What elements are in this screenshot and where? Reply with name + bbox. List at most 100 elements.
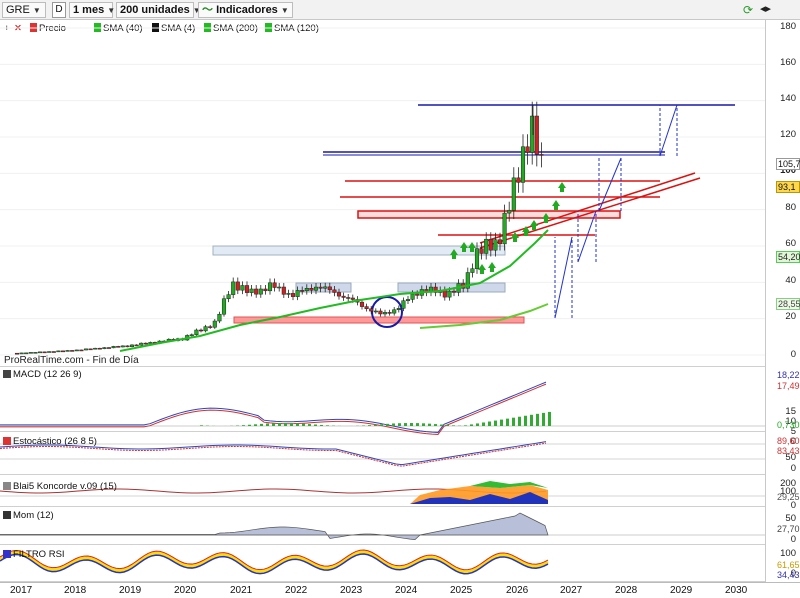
candle	[382, 312, 388, 315]
up-arrow-icon	[530, 220, 538, 230]
macd-histogram-bar	[452, 425, 455, 426]
candle	[217, 313, 222, 322]
axis-tick: 120	[780, 129, 796, 140]
rsi-label: FILTRO RSI	[3, 549, 65, 560]
support-box	[397, 282, 506, 293]
projection-line	[554, 236, 573, 319]
candle	[392, 309, 397, 314]
macd-histogram-bar	[200, 425, 203, 426]
macd-histogram-bar	[404, 423, 407, 426]
candle	[401, 300, 406, 309]
candle	[60, 350, 66, 353]
blai5-tag: 29,25	[777, 492, 800, 502]
macd-histogram-bar	[416, 423, 419, 426]
candle	[231, 281, 236, 295]
stoch-tag: 83,43	[777, 446, 800, 456]
axis-tick: 0	[790, 463, 796, 474]
candle	[516, 177, 521, 183]
candle	[277, 286, 282, 289]
macd-histogram-bar	[524, 415, 527, 426]
blai5-swatch	[3, 482, 11, 490]
projection-line	[598, 157, 622, 212]
candle	[56, 350, 61, 353]
macd-label-text: MACD (12 26 9)	[13, 369, 82, 380]
candle	[309, 288, 314, 291]
candle	[484, 238, 489, 254]
candle	[125, 345, 130, 348]
macd-tag: 18,22	[777, 370, 800, 380]
candle	[93, 347, 98, 350]
macd-histogram-bar	[380, 424, 383, 426]
macd-histogram-bar	[428, 423, 431, 426]
grid	[0, 27, 765, 356]
candle	[327, 286, 332, 291]
axis-tick: 140	[780, 93, 796, 104]
candle	[520, 146, 526, 183]
year-label: 2017	[10, 585, 33, 596]
candle	[244, 285, 250, 293]
candle	[295, 290, 300, 297]
candle	[221, 298, 227, 315]
macd-histogram-bar	[536, 413, 539, 426]
candle	[120, 345, 125, 348]
macd-histogram-bar	[482, 422, 485, 426]
candle	[65, 350, 70, 352]
candle	[139, 342, 144, 346]
candle	[74, 349, 79, 352]
macd-histogram-bar	[242, 425, 245, 426]
candle	[373, 310, 378, 313]
year-label: 2022	[285, 585, 308, 596]
sma120-tag: 28,55	[776, 298, 800, 310]
candle	[447, 290, 452, 298]
candle	[369, 308, 374, 312]
macd-histogram-bar	[542, 412, 545, 426]
macd-histogram-bar	[548, 411, 551, 426]
candle	[396, 308, 401, 311]
candle	[28, 352, 33, 354]
year-label: 2025	[450, 585, 473, 596]
candle	[493, 239, 498, 251]
candle	[134, 344, 139, 347]
macd-histogram-bar	[518, 416, 521, 426]
year-label: 2027	[560, 585, 583, 596]
macd-histogram-bar	[476, 423, 479, 426]
macd-histogram-bar	[464, 425, 467, 426]
candle	[263, 288, 268, 292]
sma120-line	[419, 303, 549, 329]
macd-histogram-bar	[308, 424, 311, 426]
macd-tag: 0,730	[777, 420, 800, 430]
axis-tick: 180	[780, 21, 796, 32]
rsi-swatch	[3, 550, 11, 558]
candle	[502, 212, 507, 245]
candle	[267, 282, 273, 292]
candle	[254, 288, 259, 295]
axis-tick: 40	[785, 275, 796, 286]
candle	[336, 292, 342, 297]
candle	[323, 286, 328, 289]
stoch-swatch	[3, 437, 11, 445]
macd-histogram-bar	[440, 424, 443, 426]
rsi-tag: 34,43	[777, 570, 800, 580]
candle	[203, 326, 208, 332]
candle	[143, 342, 148, 345]
candle	[534, 115, 539, 155]
chart-canvas[interactable]	[0, 0, 765, 582]
candle	[106, 347, 112, 349]
macd-tag: 17,49	[777, 381, 800, 391]
macd-histogram-bar	[266, 423, 269, 426]
candle	[194, 329, 199, 335]
candle	[42, 351, 47, 354]
macd-histogram-bar	[494, 420, 497, 426]
candle	[286, 293, 291, 295]
time-axis[interactable]: 2017 2018 2019 2020 2021 2022 2023 2024 …	[0, 582, 800, 598]
mom-tag: 27,70	[777, 524, 800, 534]
candle	[281, 286, 286, 295]
candle	[88, 348, 93, 351]
axis-tick: 160	[780, 57, 796, 68]
mom-area	[0, 512, 549, 540]
candle	[70, 350, 75, 352]
axis-tick: 60	[785, 238, 796, 249]
candle	[249, 288, 254, 293]
macd-histogram-bar	[302, 423, 305, 426]
axis-tick: 20	[785, 311, 796, 322]
